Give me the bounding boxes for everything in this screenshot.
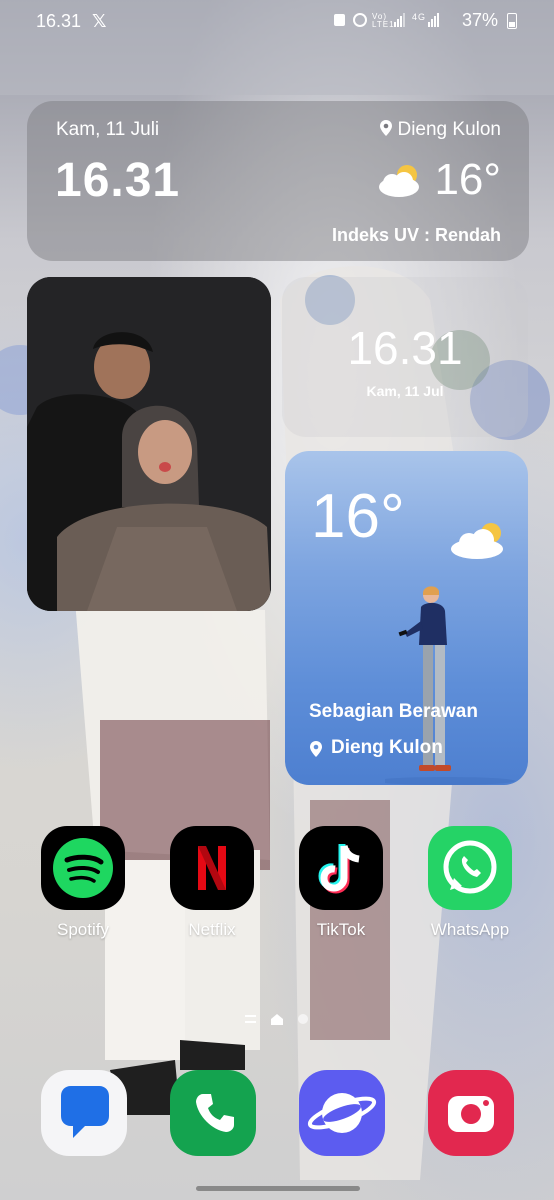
time-weather-widget[interactable]: Kam, 11 Juli 16.31 Dieng Kulon 16° Indek… bbox=[27, 101, 529, 261]
spotify-icon bbox=[41, 826, 125, 910]
app-label: TikTok bbox=[316, 920, 366, 939]
weather-condition: Sebagian Berawan bbox=[309, 701, 478, 722]
clock-date: Kam, 11 Jul bbox=[366, 383, 444, 399]
status-icons: Vo) LTE1 4G bbox=[334, 12, 439, 29]
weather-location: Dieng Kulon bbox=[331, 737, 443, 758]
status-indicators: Vo) LTE1 4G bbox=[332, 11, 444, 32]
app-tiktok[interactable]: TikTok bbox=[291, 826, 391, 940]
battery-percent: 37% bbox=[462, 10, 499, 30]
home-gesture-bar[interactable] bbox=[196, 1186, 360, 1191]
whatsapp-icon bbox=[428, 826, 512, 910]
phone-icon[interactable] bbox=[170, 1070, 256, 1156]
widget-temperature: 16° bbox=[434, 155, 501, 204]
app-label: WhatsApp bbox=[430, 920, 510, 939]
tiktok-icon bbox=[299, 826, 383, 910]
widget-uv-index: Indeks UV : Rendah bbox=[331, 225, 501, 245]
partly-cloudy-icon bbox=[451, 523, 503, 559]
netflix-icon bbox=[170, 826, 254, 910]
widget-location-text: Dieng Kulon bbox=[397, 119, 501, 140]
internet-icon[interactable] bbox=[299, 1070, 385, 1156]
photo-image bbox=[27, 277, 271, 611]
messages-icon[interactable] bbox=[41, 1070, 127, 1156]
status-time: 16.31 bbox=[36, 11, 82, 31]
app-netflix[interactable]: Netflix bbox=[162, 826, 262, 940]
clock-time: 16.31 bbox=[347, 322, 463, 374]
widget-time: 16.31 bbox=[55, 154, 181, 207]
widget-date: Kam, 11 Juli bbox=[56, 119, 160, 140]
location-pin-icon bbox=[380, 120, 393, 136]
widget-location: Dieng Kulon bbox=[379, 119, 501, 141]
location-pin-icon bbox=[310, 741, 322, 757]
camera-icon[interactable] bbox=[428, 1070, 514, 1156]
x-icon: 𝕏 bbox=[92, 11, 107, 31]
weather-widget[interactable]: 16° Sebagian Berawan Dieng Kulon bbox=[285, 451, 528, 785]
status-bar: 16.31 𝕏 Vo) LTE1 4G 37% bbox=[0, 0, 554, 40]
svg-text:4G: 4G bbox=[412, 12, 426, 22]
photo-widget[interactable] bbox=[27, 277, 271, 611]
svg-text:LTE1: LTE1 bbox=[372, 20, 395, 29]
clock-widget[interactable]: 16.31 Kam, 11 Jul bbox=[282, 277, 528, 437]
weather-temperature: 16° bbox=[311, 482, 405, 551]
page-indicator[interactable] bbox=[244, 1012, 314, 1026]
app-whatsapp[interactable]: WhatsApp bbox=[420, 826, 520, 940]
app-label: Netflix bbox=[188, 920, 236, 939]
partly-cloudy-icon bbox=[379, 165, 419, 197]
app-spotify[interactable]: Spotify bbox=[33, 826, 133, 940]
battery-icon bbox=[507, 13, 517, 29]
app-label: Spotify bbox=[57, 920, 109, 939]
